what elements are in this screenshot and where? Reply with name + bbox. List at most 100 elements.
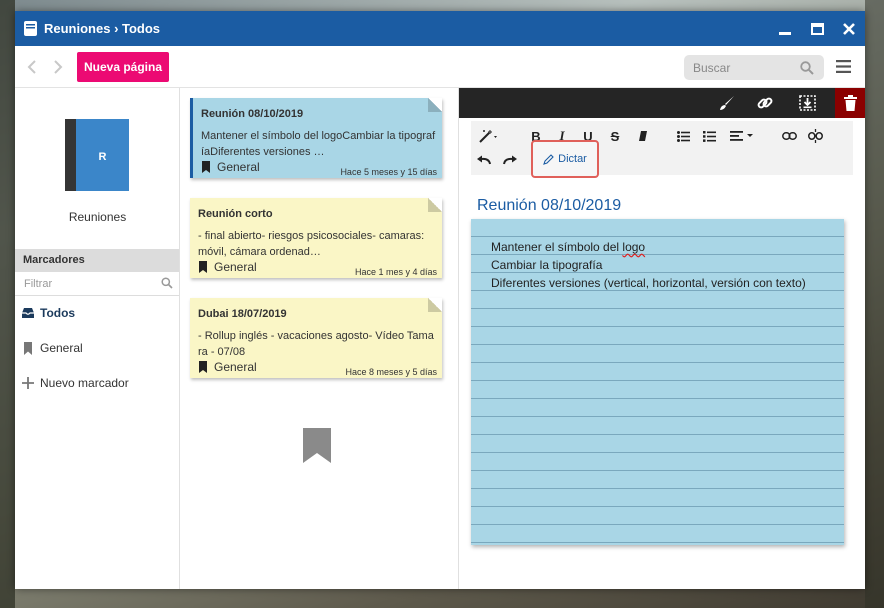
bookmark-icon bbox=[202, 161, 210, 173]
background-foliage bbox=[0, 0, 15, 608]
note-editor: B I U S Dictar Reunión 08/10/2019 Manten… bbox=[459, 88, 865, 589]
bullet-list-icon bbox=[676, 130, 690, 142]
spellcheck-word: logo bbox=[622, 240, 646, 254]
align-left-icon bbox=[730, 131, 753, 141]
undo-button[interactable] bbox=[475, 151, 493, 169]
main-toolbar: Nueva página Buscar bbox=[15, 46, 865, 88]
note-card-preview: Mantener el símbolo del logoCambiar la t… bbox=[201, 130, 436, 158]
sidebar-item-general[interactable]: General bbox=[21, 341, 83, 355]
sidebar-item-new-bookmark[interactable]: Nuevo marcador bbox=[21, 376, 129, 390]
note-line: Mantener el símbolo del logo bbox=[491, 238, 844, 256]
notebook-icon bbox=[24, 21, 37, 36]
close-button[interactable] bbox=[833, 11, 865, 46]
filter-placeholder: Filtrar bbox=[24, 278, 53, 290]
sidebar-item-label: Todos bbox=[40, 306, 76, 320]
notebook-letter: R bbox=[98, 151, 107, 163]
bookmark-icon bbox=[21, 341, 35, 355]
note-card-tag: General bbox=[198, 360, 257, 374]
note-card-tag-label: General bbox=[214, 260, 257, 274]
numbered-list-icon bbox=[702, 130, 716, 142]
bookmark-filter-input[interactable]: Filtrar bbox=[15, 272, 179, 296]
note-card-preview: - Rollup inglés - vacaciones agosto- Víd… bbox=[198, 330, 434, 358]
note-line-text: Mantener el símbolo del logo bbox=[491, 240, 646, 254]
note-card-title: Reunión corto bbox=[198, 208, 273, 220]
sidebar: R Reuniones Marcadores Filtrar Todos Gen… bbox=[15, 88, 180, 589]
bookmark-icon bbox=[199, 361, 207, 373]
editor-top-bar bbox=[459, 88, 865, 118]
notebook-cover[interactable]: R bbox=[65, 119, 129, 191]
app-window: Reuniones › Todos Nueva página Buscar R bbox=[15, 11, 865, 589]
note-line: Cambiar la tipografía bbox=[491, 258, 603, 272]
note-card-tag-label: General bbox=[217, 160, 260, 174]
plus-icon bbox=[21, 376, 35, 390]
sidebar-item-label: General bbox=[40, 341, 83, 355]
back-button[interactable] bbox=[23, 58, 41, 76]
note-title[interactable]: Reunión 08/10/2019 bbox=[477, 197, 621, 215]
page-fold bbox=[428, 98, 442, 112]
forward-button[interactable] bbox=[49, 58, 67, 76]
note-card-preview: - final abierto- riesgos psicosociales- … bbox=[198, 230, 425, 258]
link-icon bbox=[781, 132, 797, 140]
page-fold bbox=[428, 298, 442, 312]
redo-button[interactable] bbox=[501, 151, 519, 169]
minimize-icon bbox=[779, 31, 791, 35]
search-icon bbox=[800, 60, 814, 75]
align-dropdown[interactable] bbox=[729, 127, 755, 145]
new-page-button[interactable]: Nueva página bbox=[77, 51, 170, 82]
unlink-button[interactable] bbox=[807, 127, 823, 145]
chevron-left-icon bbox=[27, 59, 36, 74]
background-foliage-right bbox=[865, 0, 884, 608]
note-card-tag: General bbox=[201, 160, 260, 174]
redo-icon bbox=[503, 155, 517, 165]
notes-list: Reunión 08/10/2019 Mantener el símbolo d… bbox=[180, 88, 459, 589]
delete-button[interactable] bbox=[835, 88, 865, 118]
style-button[interactable] bbox=[712, 88, 742, 118]
notebook-spine bbox=[65, 119, 76, 191]
magic-wand-button[interactable] bbox=[477, 127, 501, 145]
link-format-button[interactable] bbox=[781, 127, 797, 145]
maximize-button[interactable] bbox=[801, 11, 833, 46]
dictate-button[interactable]: Dictar bbox=[531, 140, 599, 178]
hamburger-menu-icon[interactable] bbox=[836, 59, 851, 74]
note-card-date: Hace 5 meses y 15 días bbox=[340, 167, 437, 177]
note-card-tag-label: General bbox=[214, 360, 257, 374]
note-card-date: Hace 8 meses y 5 días bbox=[345, 367, 437, 377]
insert-button[interactable] bbox=[792, 88, 822, 118]
chevron-right-icon bbox=[54, 59, 63, 74]
unlink-icon bbox=[807, 129, 823, 143]
strikethrough-button[interactable]: S bbox=[608, 127, 622, 145]
page-fold bbox=[428, 198, 442, 212]
undo-icon bbox=[477, 155, 491, 165]
link-icon bbox=[757, 97, 773, 109]
note-card[interactable]: Dubai 18/07/2019 - Rollup inglés - vacac… bbox=[190, 298, 442, 378]
note-content[interactable]: Mantener el símbolo del logo Cambiar la … bbox=[471, 219, 844, 545]
pencil-icon bbox=[543, 153, 554, 165]
dictate-label: Dictar bbox=[558, 153, 587, 165]
insert-icon bbox=[798, 95, 816, 111]
minimize-button[interactable] bbox=[769, 11, 801, 46]
note-card-title: Reunión 08/10/2019 bbox=[201, 108, 304, 120]
close-icon bbox=[843, 22, 855, 35]
sidebar-item-label: Nuevo marcador bbox=[40, 376, 129, 390]
note-card-title: Dubai 18/07/2019 bbox=[198, 308, 287, 320]
eraser-icon bbox=[639, 131, 647, 141]
link-button[interactable] bbox=[750, 88, 780, 118]
note-card-tag: General bbox=[198, 260, 257, 274]
numbered-list-button[interactable] bbox=[701, 127, 717, 145]
bookmark-icon bbox=[303, 428, 331, 463]
note-card[interactable]: Reunión corto - final abierto- riesgos p… bbox=[190, 198, 442, 278]
clear-format-button[interactable] bbox=[635, 127, 651, 145]
sidebar-item-todos[interactable]: Todos bbox=[21, 306, 75, 320]
note-card[interactable]: Reunión 08/10/2019 Mantener el símbolo d… bbox=[190, 98, 442, 178]
bookmarks-header: Marcadores bbox=[15, 249, 179, 272]
magic-wand-icon bbox=[479, 130, 497, 143]
format-toolbar: B I U S bbox=[471, 121, 853, 175]
maximize-icon bbox=[810, 22, 824, 35]
search-input[interactable]: Buscar bbox=[684, 55, 824, 80]
note-line: Diferentes versiones (vertical, horizont… bbox=[491, 276, 806, 290]
bookmark-icon bbox=[199, 261, 207, 273]
inbox-icon bbox=[21, 306, 35, 320]
bullet-list-button[interactable] bbox=[675, 127, 691, 145]
notebook-name: Reuniones bbox=[68, 210, 127, 224]
title-bar: Reuniones › Todos bbox=[15, 11, 865, 46]
